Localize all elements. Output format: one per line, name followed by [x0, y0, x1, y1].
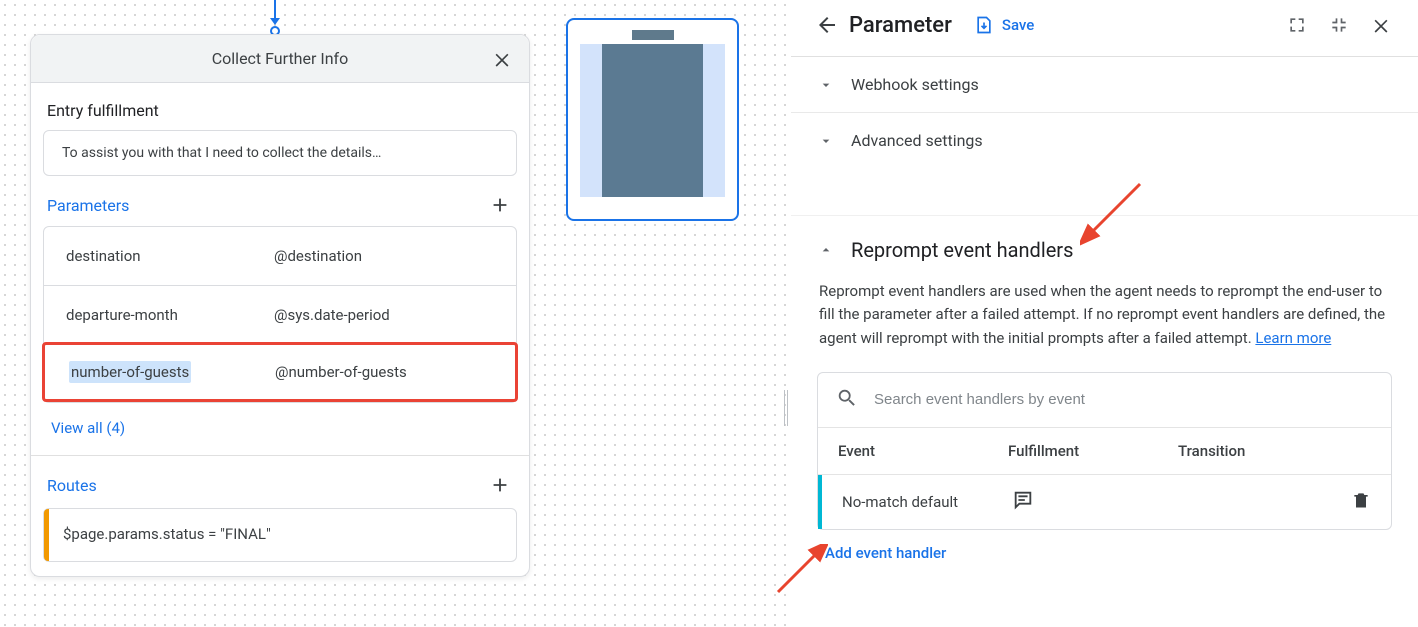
- page-title: Collect Further Info: [212, 49, 348, 68]
- table-header-row: Event Fulfillment Transition: [818, 427, 1391, 474]
- close-panel-button[interactable]: [1364, 8, 1398, 42]
- parameters-table: destination @destination departure-month…: [43, 226, 517, 403]
- connector: [265, 0, 285, 34]
- entry-fulfillment-box[interactable]: To assist you with that I need to collec…: [43, 130, 517, 176]
- parameter-entity: @number-of-guests: [275, 363, 515, 381]
- event-name: No-match default: [842, 493, 1012, 511]
- advanced-settings-label: Advanced settings: [851, 131, 983, 150]
- arrow-left-icon: [815, 13, 839, 37]
- close-icon: [492, 49, 512, 69]
- col-fulfillment: Fulfillment: [1008, 442, 1178, 460]
- back-button[interactable]: [811, 9, 843, 41]
- entry-fulfillment-label: Entry fulfillment: [43, 87, 517, 130]
- panel-header: Parameter Save: [791, 0, 1418, 57]
- add-parameter-button[interactable]: [487, 192, 513, 218]
- routes-header[interactable]: Routes: [47, 476, 97, 495]
- route-row[interactable]: $page.params.status = "FINAL": [43, 508, 517, 562]
- save-label: Save: [1002, 16, 1034, 34]
- split-handle[interactable]: [784, 390, 786, 426]
- event-handler-search-input[interactable]: [874, 391, 1373, 408]
- minimap-tab: [632, 30, 674, 40]
- learn-more-link[interactable]: Learn more: [1255, 329, 1331, 347]
- parameter-name: departure-month: [44, 306, 274, 324]
- fullscreen-icon: [1287, 15, 1307, 35]
- fullscreen-exit-icon: [1329, 15, 1349, 35]
- advanced-settings-row[interactable]: Advanced settings: [791, 113, 1418, 168]
- save-button[interactable]: Save: [974, 15, 1034, 35]
- panel-title: Parameter: [849, 13, 952, 38]
- parameter-row[interactable]: departure-month @sys.date-period: [44, 285, 516, 343]
- minimap-node: [602, 44, 703, 197]
- page-card-header: Collect Further Info: [31, 35, 529, 83]
- parameter-name: destination: [44, 247, 274, 265]
- delete-handler-button[interactable]: [1351, 490, 1371, 514]
- webhook-settings-label: Webhook settings: [851, 75, 979, 94]
- row-accent: [818, 475, 822, 529]
- side-panel: Parameter Save Webhook settings Advanced…: [790, 0, 1418, 627]
- chat-icon: [1012, 489, 1034, 515]
- section-gap: [791, 168, 1418, 216]
- add-route-button[interactable]: [487, 472, 513, 498]
- minimap[interactable]: [566, 18, 739, 221]
- chevron-down-icon: [817, 132, 835, 150]
- close-page-button[interactable]: [489, 46, 515, 72]
- reprompt-section-header[interactable]: Reprompt event handlers: [791, 216, 1418, 266]
- close-icon: [1371, 15, 1391, 35]
- page-card: Collect Further Info Entry fulfillment T…: [30, 34, 530, 577]
- route-condition: $page.params.status = "FINAL": [49, 509, 285, 561]
- fullscreen-exit-button[interactable]: [1322, 8, 1356, 42]
- chevron-down-icon: [817, 76, 835, 94]
- add-event-handler-link[interactable]: Add event handler: [825, 544, 946, 562]
- entry-fulfillment-text: To assist you with that I need to collec…: [62, 145, 381, 161]
- parameter-row[interactable]: destination @destination: [44, 227, 516, 285]
- plus-icon: [489, 194, 511, 216]
- event-handler-row[interactable]: No-match default: [818, 474, 1391, 529]
- search-icon: [836, 387, 858, 413]
- col-event: Event: [838, 442, 1008, 460]
- parameter-name: number-of-guests: [69, 361, 191, 383]
- plus-icon: [489, 474, 511, 496]
- fullscreen-button[interactable]: [1280, 8, 1314, 42]
- col-transition: Transition: [1178, 442, 1371, 460]
- trash-icon: [1351, 490, 1371, 510]
- reprompt-description: Reprompt event handlers are used when th…: [791, 266, 1418, 354]
- parameter-row-selected[interactable]: number-of-guests @number-of-guests: [42, 342, 518, 402]
- event-handler-search-row: [818, 373, 1391, 427]
- view-all-link[interactable]: View all (4): [51, 419, 125, 437]
- reprompt-title: Reprompt event handlers: [851, 238, 1073, 262]
- parameters-header[interactable]: Parameters: [47, 196, 129, 215]
- chevron-up-icon: [817, 241, 835, 259]
- event-handlers-table: Event Fulfillment Transition No-match de…: [817, 372, 1392, 530]
- webhook-settings-row[interactable]: Webhook settings: [791, 57, 1418, 113]
- flow-canvas[interactable]: Collect Further Info Entry fulfillment T…: [0, 0, 790, 627]
- parameter-entity: @destination: [274, 247, 516, 265]
- save-icon: [974, 15, 994, 35]
- parameter-entity: @sys.date-period: [274, 306, 516, 324]
